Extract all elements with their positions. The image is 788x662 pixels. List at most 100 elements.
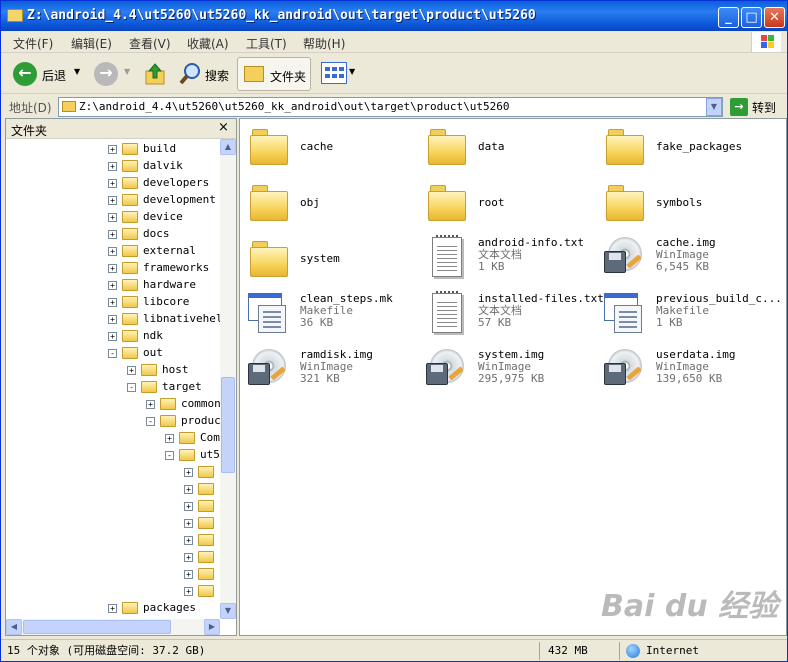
menu-view[interactable]: 查看(V) [129,35,171,52]
scroll-right-icon[interactable]: ▶ [204,619,220,635]
file-item[interactable]: userdata.img WinImage 139,650 KB [598,347,774,399]
tree-item[interactable]: + device [6,209,220,226]
folders-button[interactable]: 文件夹 [237,57,311,91]
expand-icon[interactable]: + [184,519,193,528]
expand-icon[interactable]: + [108,264,117,273]
file-item[interactable]: cache [242,123,418,175]
tree-item[interactable]: + packages [6,600,220,617]
tree-item[interactable]: + libnativehelp [6,311,220,328]
tree-item[interactable]: - ut52 [6,447,220,464]
tree-item[interactable]: + [6,566,220,583]
tree-item[interactable]: + external [6,243,220,260]
back-arrow-icon[interactable]: ← [13,62,37,86]
tree-vertical-scrollbar[interactable]: ▲ ▼ [220,139,236,619]
address-dropdown-icon[interactable]: ▼ [706,98,722,116]
tree-item[interactable]: + [6,498,220,515]
menu-edit[interactable]: 编辑(E) [71,35,112,52]
file-item[interactable]: cache.img WinImage 6,545 KB [598,235,774,287]
minimize-button[interactable]: _ [718,7,739,28]
views-icon[interactable] [321,62,347,84]
expand-icon[interactable]: + [108,145,117,154]
scroll-up-icon[interactable]: ▲ [220,139,236,155]
tree-horizontal-scrollbar[interactable]: ◀ ▶ [6,619,220,635]
tree-item[interactable]: + [6,515,220,532]
tree-item[interactable]: + docs [6,226,220,243]
tree-item[interactable]: + [6,549,220,566]
expand-icon[interactable]: + [108,162,117,171]
tree-item[interactable]: + Comm [6,430,220,447]
close-pane-icon[interactable]: × [218,120,229,135]
menu-tools[interactable]: 工具(T) [246,35,287,52]
file-item[interactable]: fake_packages [598,123,774,175]
close-button[interactable]: ✕ [764,7,785,28]
expand-icon[interactable]: + [108,230,117,239]
file-item[interactable]: android-info.txt 文本文档 1 KB [420,235,596,287]
file-item[interactable]: system.img WinImage 295,975 KB [420,347,596,399]
back-dropdown-icon[interactable]: ▼ [74,67,80,76]
tree-item[interactable]: + frameworks [6,260,220,277]
tree-item[interactable]: + host [6,362,220,379]
file-item[interactable]: installed-files.txt 文本文档 57 KB [420,291,604,343]
expand-icon[interactable]: + [108,196,117,205]
expand-icon[interactable]: + [108,213,117,222]
tree-item[interactable]: + hardware [6,277,220,294]
expand-icon[interactable]: + [165,434,174,443]
scroll-left-icon[interactable]: ◀ [6,619,22,635]
up-folder-icon[interactable] [144,62,166,86]
collapse-icon[interactable]: - [146,417,155,426]
file-item[interactable]: root [420,179,596,231]
expand-icon[interactable]: + [184,587,193,596]
tree-item[interactable]: + common [6,396,220,413]
scroll-down-icon[interactable]: ▼ [220,603,236,619]
menu-file[interactable]: 文件(F) [13,35,53,52]
collapse-icon[interactable]: - [165,451,174,460]
expand-icon[interactable]: + [184,553,193,562]
menu-favorites[interactable]: 收藏(A) [187,35,229,52]
go-arrow-icon[interactable]: → [730,98,748,116]
file-item[interactable]: symbols [598,179,774,231]
tree-item[interactable]: + [6,583,220,600]
maximize-button[interactable]: □ [741,7,762,28]
search-icon[interactable] [179,62,201,86]
expand-icon[interactable]: + [108,247,117,256]
file-item[interactable]: data [420,123,596,175]
tree-item[interactable]: - product [6,413,220,430]
expand-icon[interactable]: + [127,366,136,375]
expand-icon[interactable]: + [184,536,193,545]
file-item[interactable]: previous_build_c... Makefile 1 KB [598,291,782,343]
tree-item[interactable]: + ndk [6,328,220,345]
menu-help[interactable]: 帮助(H) [303,35,345,52]
tree-item[interactable]: - out [6,345,220,362]
file-item[interactable]: obj [242,179,418,231]
tree-item[interactable]: + [6,532,220,549]
tree-item[interactable]: + developers [6,175,220,192]
expand-icon[interactable]: + [184,468,193,477]
tree-item[interactable]: + [6,464,220,481]
forward-dropdown-icon[interactable]: ▼ [124,67,130,76]
file-item[interactable]: system [242,235,418,287]
expand-icon[interactable]: + [184,570,193,579]
vertical-scroll-thumb[interactable] [221,377,235,473]
horizontal-scroll-thumb[interactable] [23,620,171,634]
title-bar[interactable]: Z:\android_4.4\ut5260\ut5260_kk_android\… [1,1,787,31]
file-item[interactable]: clean_steps.mk Makefile 36 KB [242,291,418,343]
collapse-icon[interactable]: - [127,383,136,392]
search-button-label[interactable]: 搜索 [205,67,229,84]
expand-icon[interactable]: + [108,332,117,341]
back-button-label[interactable]: 后退 [42,67,66,84]
go-button-label[interactable]: 转到 [752,99,776,116]
expand-icon[interactable]: + [108,298,117,307]
tree-item[interactable]: + build [6,141,220,158]
views-dropdown-icon[interactable]: ▼ [349,67,355,76]
address-input[interactable]: Z:\android_4.4\ut5260\ut5260_kk_android\… [58,97,723,117]
expand-icon[interactable]: + [146,400,155,409]
expand-icon[interactable]: + [108,281,117,290]
expand-icon[interactable]: + [108,315,117,324]
expand-icon[interactable]: + [108,179,117,188]
expand-icon[interactable]: + [108,604,117,613]
tree-item[interactable]: + libcore [6,294,220,311]
forward-arrow-icon[interactable]: → [94,62,118,86]
collapse-icon[interactable]: - [108,349,117,358]
tree-item[interactable]: - target [6,379,220,396]
expand-icon[interactable]: + [184,502,193,511]
